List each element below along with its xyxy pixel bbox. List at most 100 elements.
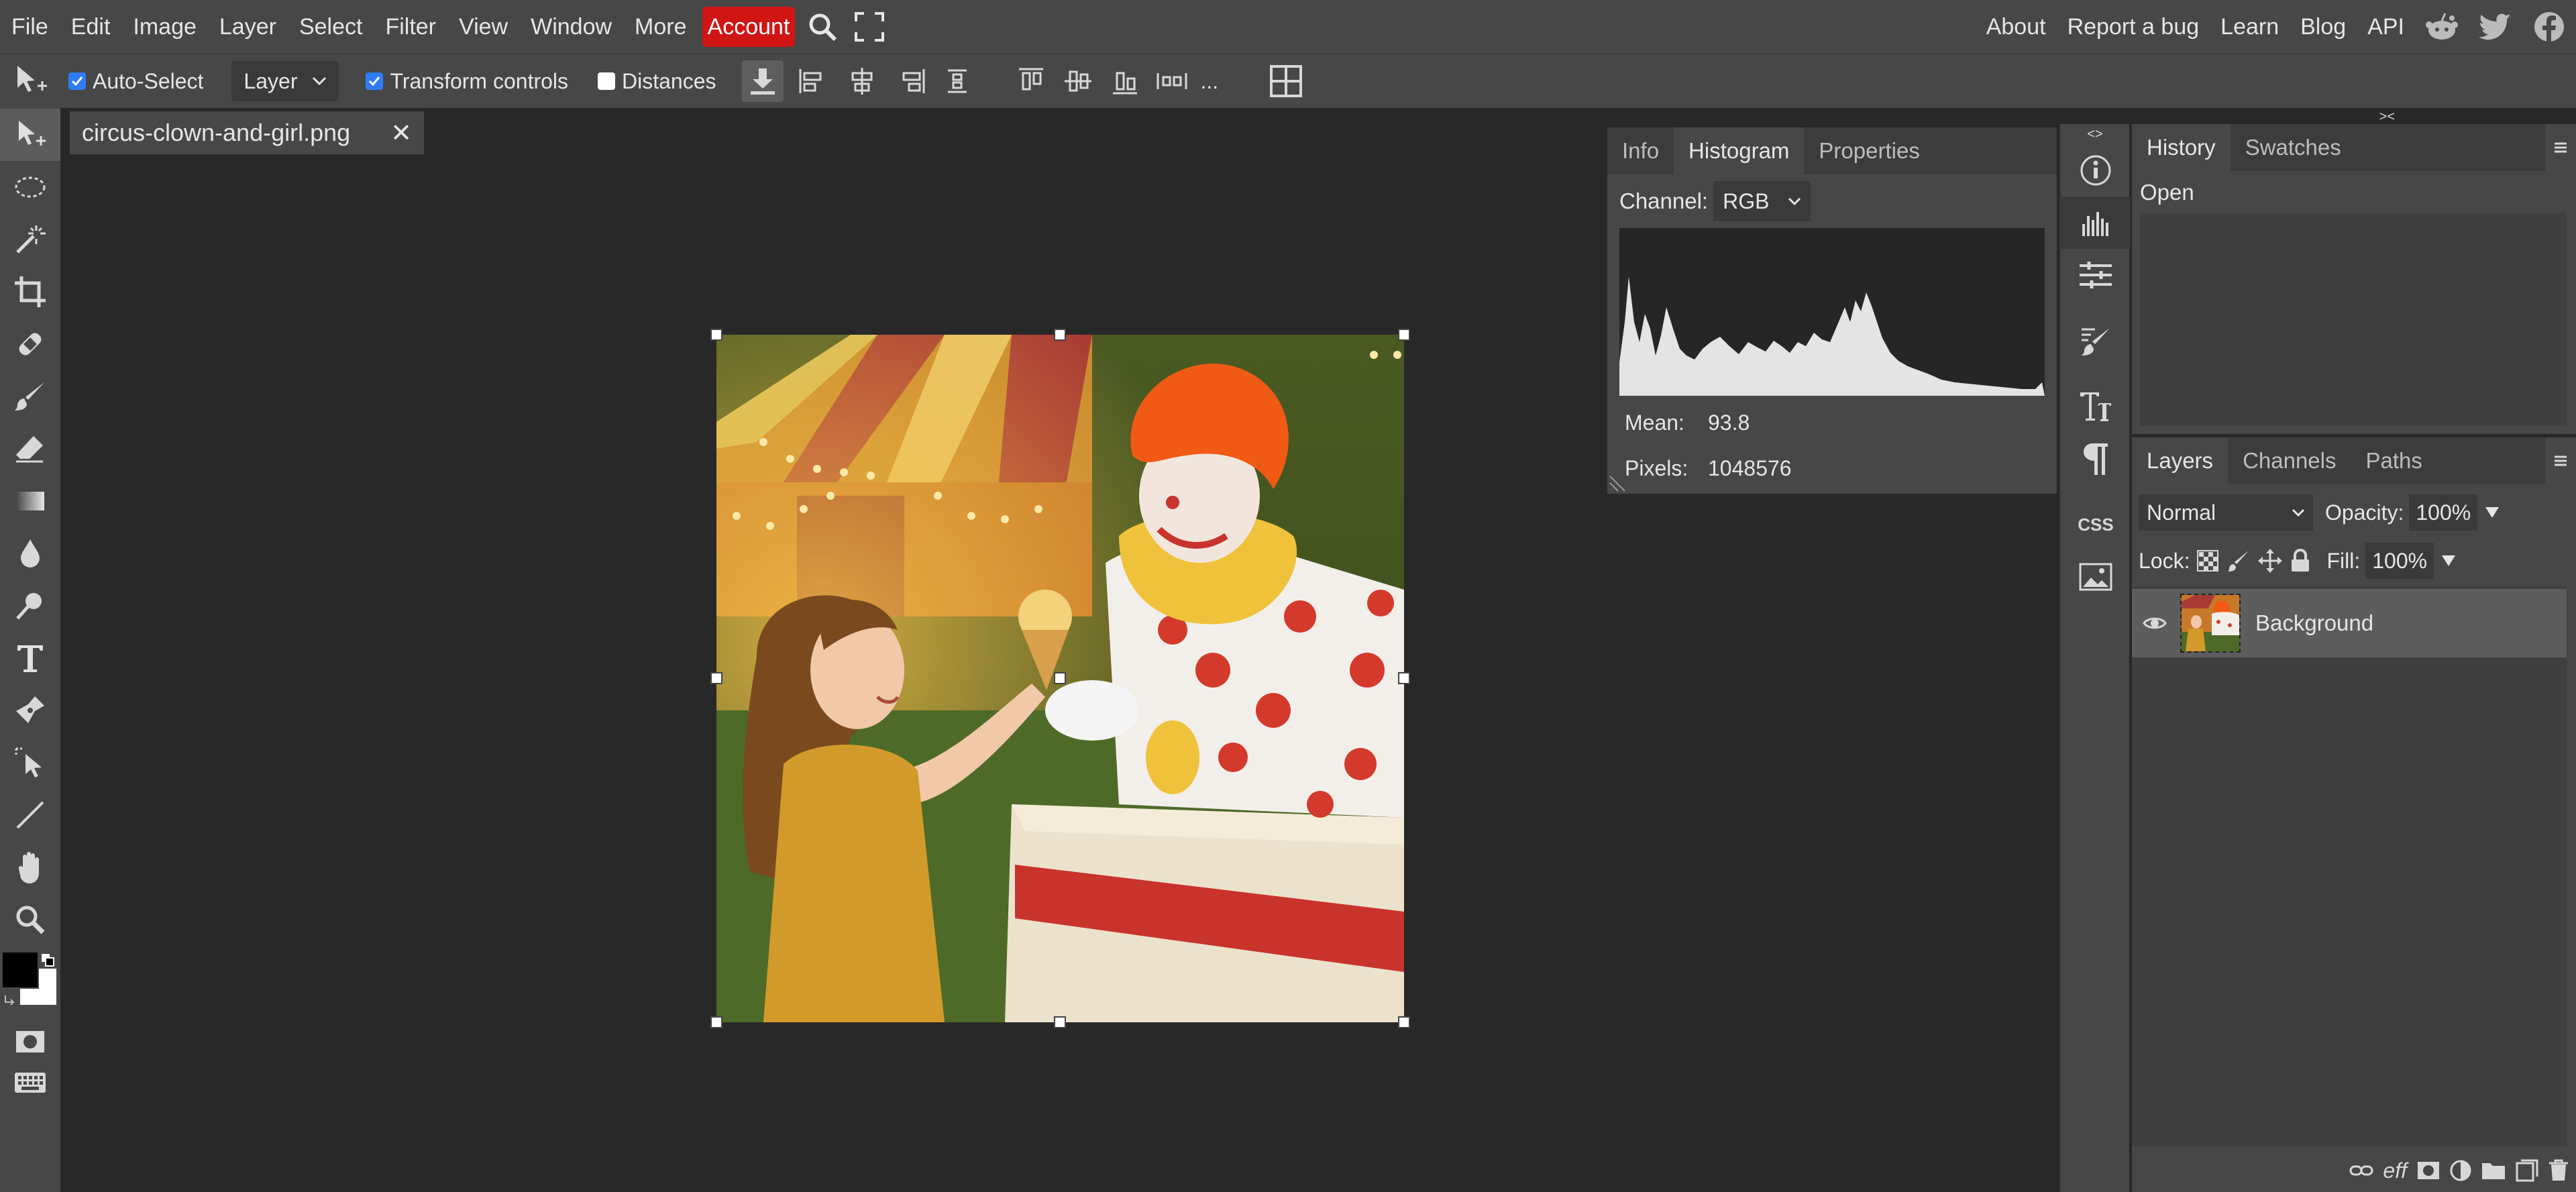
layers-menu-icon[interactable]: [2545, 437, 2576, 484]
adjustments-icon[interactable]: [2061, 249, 2131, 301]
link-api[interactable]: API: [2357, 0, 2415, 54]
transform-controls-checkbox[interactable]: [366, 72, 384, 90]
auto-select-option[interactable]: Auto-Select: [68, 69, 203, 94]
tab-histogram[interactable]: Histogram: [1674, 127, 1805, 174]
more-options[interactable]: ...: [1201, 69, 1219, 94]
magic-wand-icon[interactable]: [0, 213, 60, 266]
css-icon[interactable]: CSS: [2061, 498, 2131, 551]
new-layer-icon[interactable]: [2516, 1159, 2538, 1182]
close-tab-icon[interactable]: ✕: [390, 118, 412, 148]
align-right-button[interactable]: [891, 60, 932, 102]
info-icon[interactable]: [2061, 144, 2131, 197]
brush-tool-icon[interactable]: [0, 370, 60, 423]
resize-grip-icon[interactable]: [1609, 475, 1626, 492]
link-about[interactable]: About: [1976, 0, 2057, 54]
keyboard-icon[interactable]: [0, 1064, 60, 1101]
transform-handle-bottom[interactable]: [1054, 1016, 1066, 1028]
brush-settings-icon[interactable]: [2061, 315, 2131, 367]
auto-select-target-dropdown[interactable]: Layer: [231, 61, 339, 101]
layer-row-background[interactable]: Background: [2132, 589, 2567, 657]
swap-colors-icon[interactable]: [40, 953, 55, 967]
tab-info[interactable]: Info: [1607, 127, 1674, 174]
channel-dropdown[interactable]: RGB: [1713, 181, 1811, 221]
transform-handle-center[interactable]: [1054, 672, 1066, 684]
move-tool-icon[interactable]: [0, 109, 60, 161]
blend-mode-dropdown[interactable]: Normal: [2139, 494, 2313, 531]
distribute-h-button[interactable]: [936, 60, 978, 102]
collapse-panels-button[interactable]: ><: [2379, 109, 2395, 125]
reddit-icon[interactable]: [2415, 0, 2469, 54]
lock-transparency-icon[interactable]: [2196, 549, 2219, 572]
tab-paths[interactable]: Paths: [2351, 437, 2437, 484]
transform-handle-top-left[interactable]: [710, 329, 722, 341]
histogram-icon[interactable]: [2061, 197, 2131, 249]
align-center-h-button[interactable]: [841, 60, 883, 102]
blur-tool-icon[interactable]: [0, 527, 60, 580]
align-center-v-button[interactable]: [1057, 60, 1099, 102]
transform-controls-option[interactable]: Transform controls: [366, 69, 568, 94]
crop-tool-icon[interactable]: [0, 266, 60, 318]
auto-select-checkbox[interactable]: [68, 72, 86, 90]
lock-all-icon[interactable]: [2290, 549, 2310, 573]
gradient-tool-icon[interactable]: [0, 475, 60, 527]
line-tool-icon[interactable]: [0, 789, 60, 841]
menu-view[interactable]: View: [447, 0, 519, 54]
menu-file[interactable]: File: [0, 0, 60, 54]
foreground-color-swatch[interactable]: [1, 951, 39, 989]
lock-position-icon[interactable]: [2258, 549, 2283, 573]
image-icon[interactable]: [2061, 551, 2131, 603]
lock-pixels-icon[interactable]: [2227, 549, 2250, 572]
panel-menu-icon[interactable]: [2545, 124, 2576, 171]
effects-icon[interactable]: eff: [2383, 1158, 2407, 1183]
collapse-strip-button[interactable]: <>: [2061, 124, 2129, 144]
paragraph-icon[interactable]: [2061, 433, 2131, 485]
distances-option[interactable]: Distances: [598, 69, 716, 94]
transform-handle-bottom-right[interactable]: [1398, 1016, 1410, 1028]
arrange-button[interactable]: [1265, 60, 1307, 102]
link-icon[interactable]: [2349, 1163, 2373, 1178]
fill-arrow-icon[interactable]: [2440, 554, 2457, 567]
visibility-eye-icon[interactable]: [2143, 615, 2167, 631]
zoom-tool-icon[interactable]: [0, 893, 60, 946]
path-select-icon[interactable]: [0, 737, 60, 789]
align-top-button[interactable]: [1010, 60, 1052, 102]
folder-icon[interactable]: [2481, 1160, 2506, 1181]
twitter-icon[interactable]: [2469, 0, 2522, 54]
hand-tool-icon[interactable]: [0, 841, 60, 893]
transform-handle-left[interactable]: [710, 672, 722, 684]
tab-history[interactable]: History: [2132, 124, 2231, 171]
pen-tool-icon[interactable]: [0, 684, 60, 737]
transform-handle-top[interactable]: [1054, 329, 1066, 341]
distances-checkbox[interactable]: [598, 72, 616, 90]
transform-handle-bottom-left[interactable]: [710, 1016, 722, 1028]
dodge-tool-icon[interactable]: [0, 580, 60, 632]
reset-colors-icon[interactable]: [3, 993, 19, 1008]
menu-edit[interactable]: Edit: [60, 0, 122, 54]
align-left-button[interactable]: [792, 60, 833, 102]
link-learn[interactable]: Learn: [2210, 0, 2290, 54]
tab-properties[interactable]: Properties: [1804, 127, 1934, 174]
character-icon[interactable]: [2061, 380, 2131, 433]
marquee-tool-icon[interactable]: [0, 161, 60, 213]
quick-mask-icon[interactable]: [0, 1020, 60, 1064]
menu-image[interactable]: Image: [121, 0, 208, 54]
transform-handle-right[interactable]: [1398, 672, 1410, 684]
menu-filter[interactable]: Filter: [374, 0, 447, 54]
transform-handle-top-right[interactable]: [1398, 329, 1410, 341]
align-bottom-button[interactable]: [1104, 60, 1146, 102]
facebook-icon[interactable]: [2522, 0, 2576, 54]
healing-tool-icon[interactable]: [0, 318, 60, 370]
document-tab[interactable]: circus-clown-and-girl.png ✕: [70, 111, 424, 154]
account-button[interactable]: Account: [702, 7, 796, 47]
menu-window[interactable]: Window: [519, 0, 623, 54]
menu-more[interactable]: More: [623, 0, 698, 54]
menu-select[interactable]: Select: [288, 0, 374, 54]
adjustment-icon[interactable]: [2450, 1160, 2471, 1181]
tab-channels[interactable]: Channels: [2228, 437, 2351, 484]
link-blog[interactable]: Blog: [2290, 0, 2357, 54]
fullscreen-icon[interactable]: [846, 0, 893, 54]
fill-input[interactable]: 100%: [2365, 543, 2434, 579]
link-report-bug[interactable]: Report a bug: [2057, 0, 2210, 54]
mask-icon[interactable]: [2416, 1160, 2440, 1181]
eraser-tool-icon[interactable]: [0, 423, 60, 475]
